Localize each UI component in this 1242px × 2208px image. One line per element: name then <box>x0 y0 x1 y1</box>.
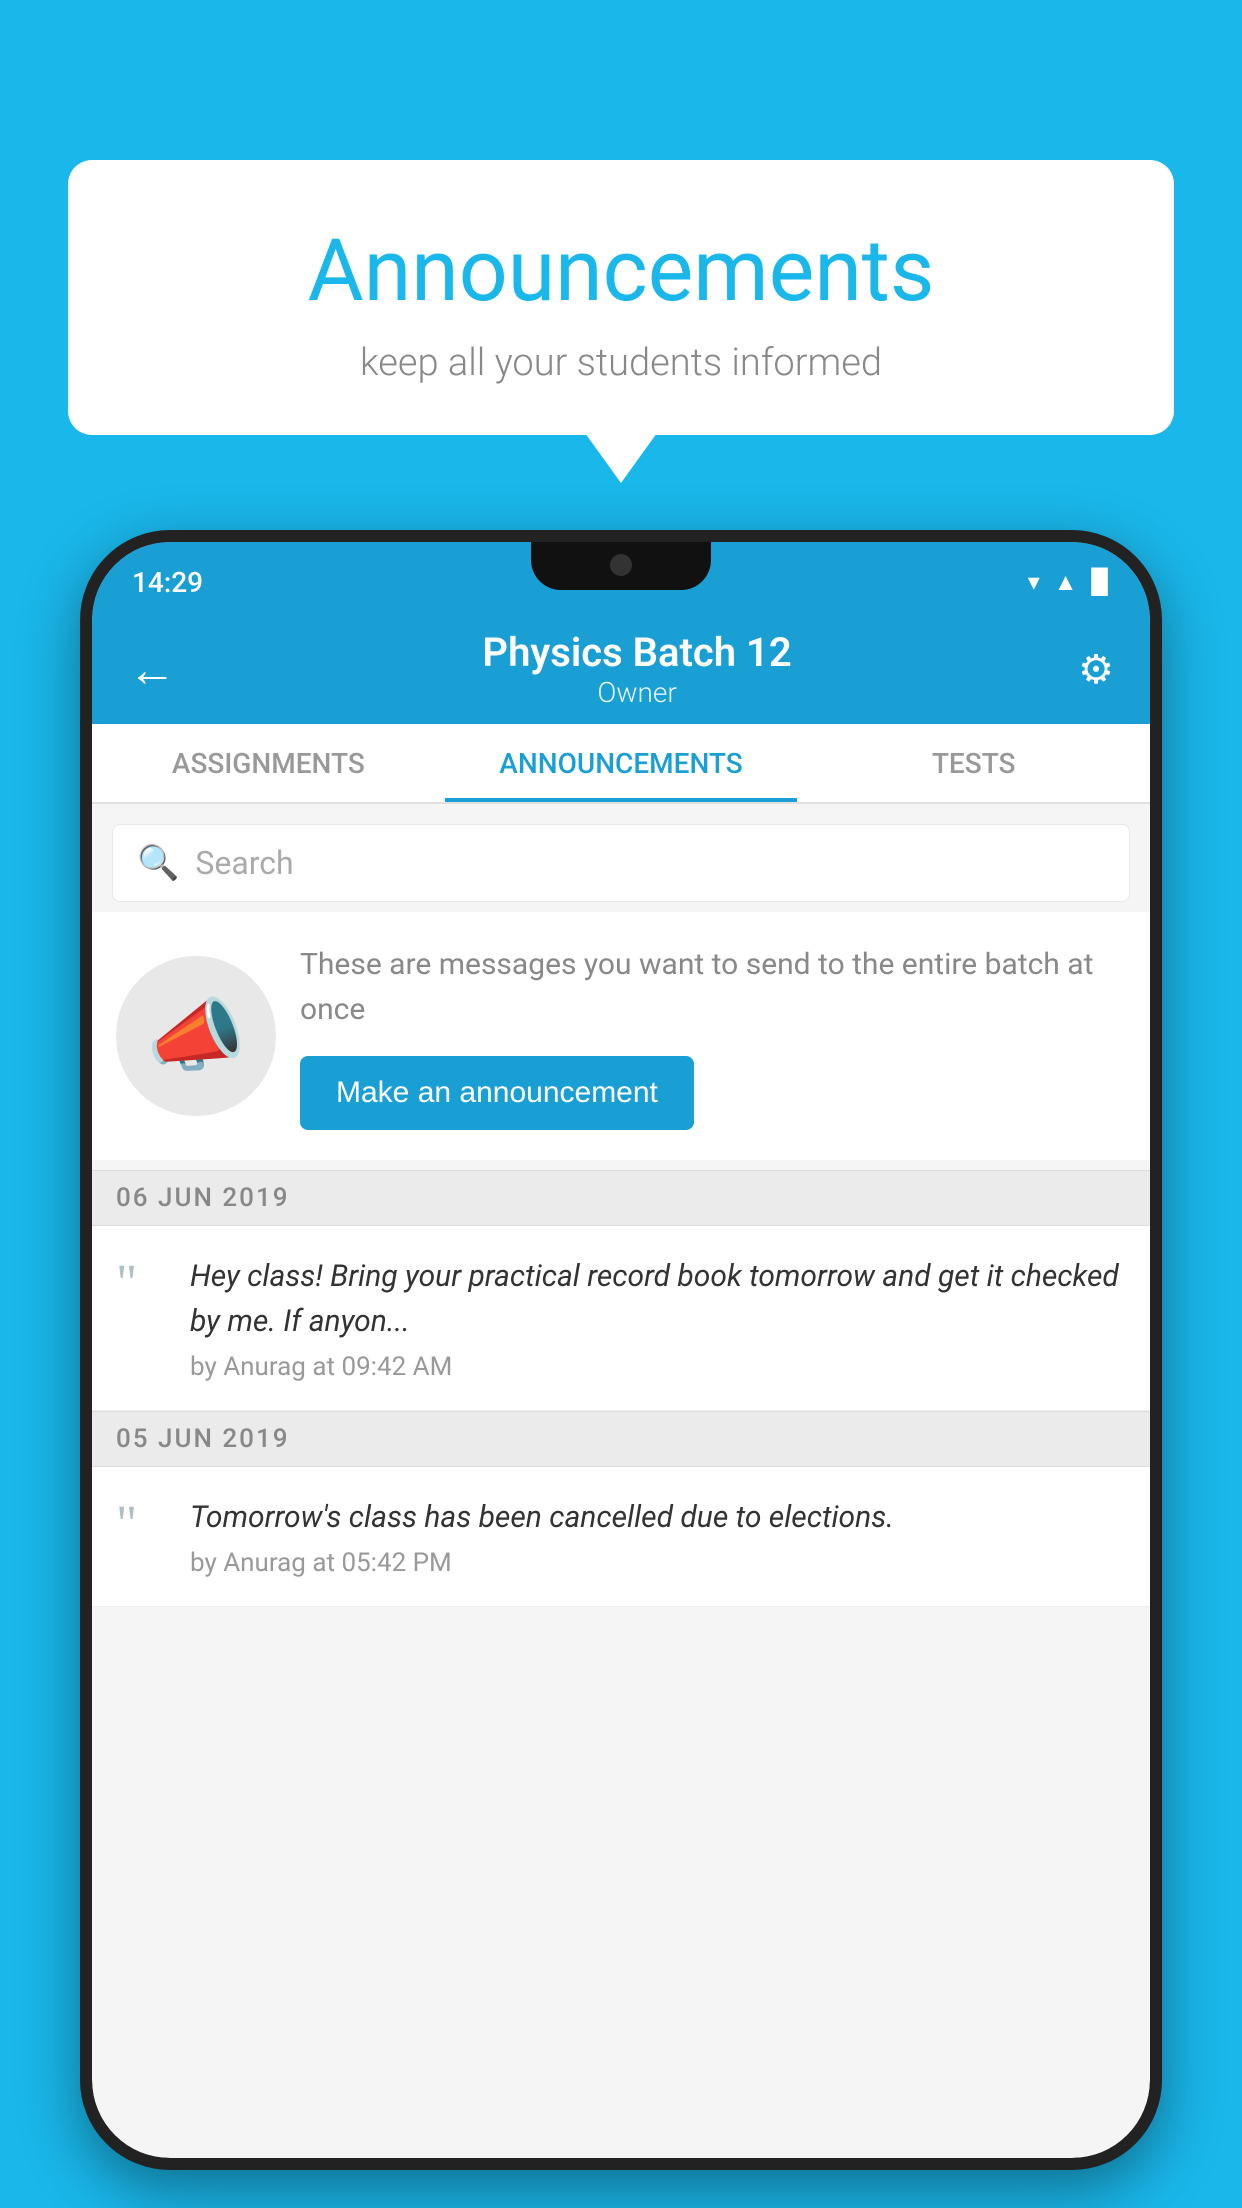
volume-down-button <box>80 912 84 982</box>
announcement-item-1: " Hey class! Bring your practical record… <box>92 1226 1150 1411</box>
message-meta-1: by Anurag at 09:42 AM <box>190 1352 1126 1382</box>
phone-notch <box>531 542 711 590</box>
status-icons: ▾ ▲ ▉ <box>1028 568 1110 597</box>
megaphone-icon: 📣 <box>146 989 246 1083</box>
status-time: 14:29 <box>132 566 203 599</box>
volume-up-button <box>80 822 84 892</box>
signal-icon: ▲ <box>1054 568 1078 597</box>
batch-title: Physics Batch 12 <box>196 629 1078 676</box>
phone-screen: 14:29 ▾ ▲ ▉ ← Physics Batch 12 Owner ⚙ <box>92 542 1150 2158</box>
date-separator-2: 05 JUN 2019 <box>92 1411 1150 1467</box>
announcements-title: Announcements <box>128 220 1114 321</box>
message-content-2: Tomorrow's class has been cancelled due … <box>190 1495 1126 1578</box>
tab-tests[interactable]: TESTS <box>797 724 1150 802</box>
message-meta-2: by Anurag at 05:42 PM <box>190 1548 1126 1578</box>
battery-icon: ▉ <box>1092 568 1110 596</box>
announcement-icon-circle: 📣 <box>116 956 276 1116</box>
promo-description: These are messages you want to send to t… <box>300 942 1126 1032</box>
speech-bubble-section: Announcements keep all your students inf… <box>68 160 1174 435</box>
app-bar: ← Physics Batch 12 Owner ⚙ <box>92 614 1150 724</box>
app-bar-title-group: Physics Batch 12 Owner <box>196 629 1078 709</box>
power-button <box>1158 862 1162 972</box>
tab-assignments[interactable]: ASSIGNMENTS <box>92 724 445 802</box>
make-announcement-button[interactable]: Make an announcement <box>300 1056 694 1130</box>
message-text-1: Hey class! Bring your practical record b… <box>190 1254 1126 1344</box>
speech-bubble-card: Announcements keep all your students inf… <box>68 160 1174 435</box>
phone-frame: 14:29 ▾ ▲ ▉ ← Physics Batch 12 Owner ⚙ <box>80 530 1162 2170</box>
search-placeholder: Search <box>195 844 293 882</box>
message-text-2: Tomorrow's class has been cancelled due … <box>190 1495 1126 1540</box>
content-area: 🔍 Search 📣 These are messages you want t… <box>92 804 1150 1607</box>
message-content-1: Hey class! Bring your practical record b… <box>190 1254 1126 1382</box>
announcement-item-2: " Tomorrow's class has been cancelled du… <box>92 1467 1150 1607</box>
date-separator-1: 06 JUN 2019 <box>92 1170 1150 1226</box>
quote-icon-1: " <box>116 1258 166 1310</box>
wifi-icon: ▾ <box>1028 568 1040 596</box>
announcement-promo-text: These are messages you want to send to t… <box>300 942 1126 1130</box>
search-bar[interactable]: 🔍 Search <box>112 824 1130 902</box>
announcement-promo: 📣 These are messages you want to send to… <box>92 912 1150 1160</box>
tab-bar: ASSIGNMENTS ANNOUNCEMENTS TESTS <box>92 724 1150 804</box>
announcements-subtitle: keep all your students informed <box>128 341 1114 385</box>
phone-mockup: 14:29 ▾ ▲ ▉ ← Physics Batch 12 Owner ⚙ <box>80 530 1162 2170</box>
quote-icon-2: " <box>116 1499 166 1551</box>
back-button[interactable]: ← <box>128 641 176 698</box>
search-icon: 🔍 <box>137 843 179 883</box>
user-role: Owner <box>196 676 1078 709</box>
tab-announcements[interactable]: ANNOUNCEMENTS <box>445 724 798 802</box>
camera-icon <box>610 554 632 576</box>
settings-icon[interactable]: ⚙ <box>1078 646 1114 693</box>
